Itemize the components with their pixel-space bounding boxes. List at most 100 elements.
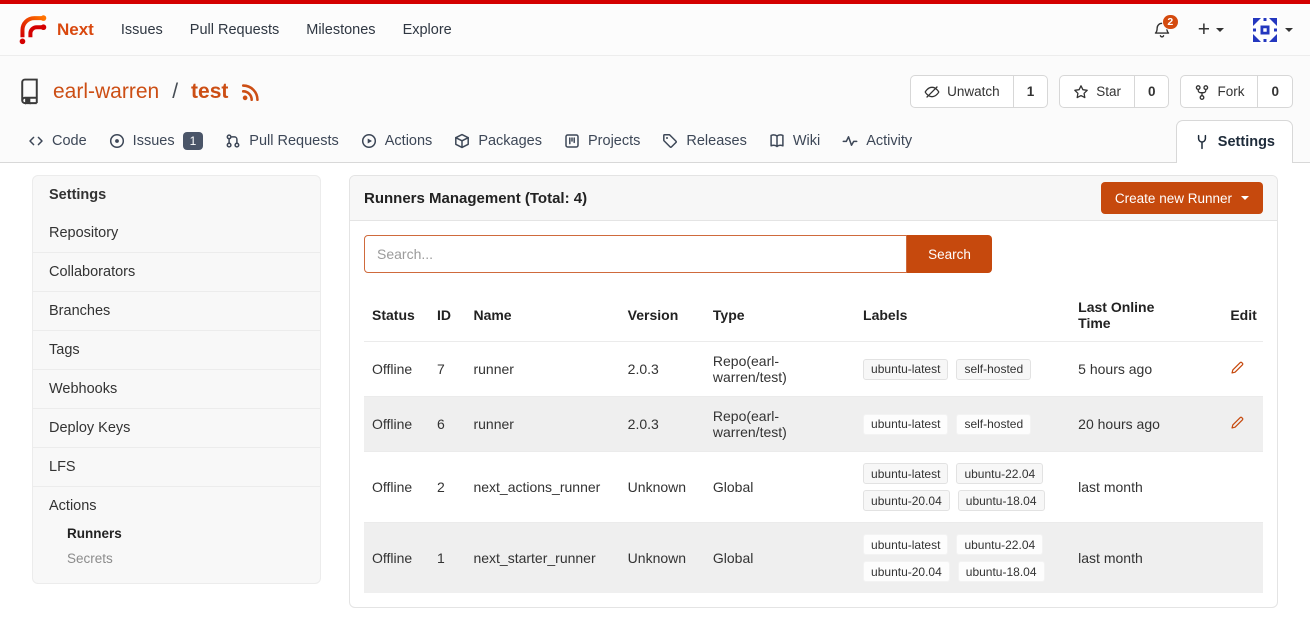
unwatch-button[interactable]: Unwatch <box>911 76 1013 107</box>
tab-packages[interactable]: Packages <box>443 120 553 162</box>
tab-wiki[interactable]: Wiki <box>758 120 831 162</box>
sidebar-item-lfs[interactable]: LFS <box>33 447 320 486</box>
issues-count-badge: 1 <box>183 132 204 150</box>
runner-version: Unknown <box>620 523 705 594</box>
notifications-button[interactable]: 2 <box>1153 21 1171 39</box>
runner-version: Unknown <box>620 452 705 523</box>
tab-label: Activity <box>866 133 912 149</box>
pr-icon <box>225 133 241 149</box>
tab-projects[interactable]: Projects <box>553 120 651 162</box>
eye-slash-icon <box>924 84 940 100</box>
nav-link-milestones[interactable]: Milestones <box>306 22 375 38</box>
runner-status: Offline <box>364 452 429 523</box>
tab-actions[interactable]: Actions <box>350 120 444 162</box>
runner-last-online: 5 hours ago <box>1070 342 1222 397</box>
chevron-down-icon <box>1216 28 1224 32</box>
settings-sidebar: Settings RepositoryCollaboratorsBranches… <box>32 175 321 584</box>
sidebar-item-deploy-keys[interactable]: Deploy Keys <box>33 408 320 447</box>
issue-icon <box>109 133 125 149</box>
tab-settings[interactable]: Settings <box>1176 120 1293 163</box>
column-header-version: Version <box>620 289 705 342</box>
runner-label-badge: ubuntu-latest <box>863 414 948 435</box>
runner-id: 7 <box>429 342 466 397</box>
star-count[interactable]: 0 <box>1134 76 1169 107</box>
tab-pull-requests[interactable]: Pull Requests <box>214 120 349 162</box>
runner-type: Global <box>705 523 855 594</box>
sidebar-item-webhooks[interactable]: Webhooks <box>33 369 320 408</box>
repo-header-section: earl-warren / test Unwatch1Star0Fork0 Co… <box>0 56 1310 163</box>
sidebar-item-runners[interactable]: Runners <box>33 521 320 546</box>
runners-panel: Runners Management (Total: 4) Create new… <box>349 175 1278 608</box>
repo-title: earl-warren / test <box>17 78 261 105</box>
edit-pencil-icon[interactable] <box>1230 360 1245 375</box>
unwatch-count[interactable]: 1 <box>1013 76 1048 107</box>
runner-label-badge: ubuntu-22.04 <box>956 534 1043 555</box>
rss-icon[interactable] <box>241 82 261 102</box>
user-menu-button[interactable] <box>1251 16 1293 44</box>
sidebar-item-actions[interactable]: Actions <box>33 498 320 521</box>
sidebar-item-secrets[interactable]: Secrets <box>33 546 320 571</box>
tab-label: Pull Requests <box>249 133 338 149</box>
fork-label: Fork <box>1217 84 1244 99</box>
runner-status: Offline <box>364 342 429 397</box>
runners-table: StatusIDNameVersionTypeLabelsLast Online… <box>364 289 1263 593</box>
sidebar-item-branches[interactable]: Branches <box>33 291 320 330</box>
sidebar-items: RepositoryCollaboratorsBranchesTagsWebho… <box>33 214 320 486</box>
tab-issues[interactable]: Issues1 <box>98 120 215 162</box>
create-menu-button[interactable]: + <box>1198 19 1224 40</box>
repo-name-link[interactable]: test <box>191 80 228 104</box>
home-link[interactable]: Next <box>17 13 94 46</box>
star-button[interactable]: Star <box>1060 76 1134 107</box>
tab-label: Releases <box>686 133 746 149</box>
tab-settings-label: Settings <box>1218 134 1275 150</box>
book-icon <box>769 133 785 149</box>
nav-link-issues[interactable]: Issues <box>121 22 163 38</box>
runner-label-badge: ubuntu-latest <box>863 534 948 555</box>
chevron-down-icon <box>1241 196 1249 200</box>
repo-action-buttons: Unwatch1Star0Fork0 <box>910 75 1293 108</box>
runner-name: next_starter_runner <box>465 523 619 594</box>
search-input[interactable] <box>364 235 907 273</box>
runner-edit-cell <box>1222 452 1263 523</box>
runner-row-7: Offline7runner2.0.3Repo(earl-warren/test… <box>364 342 1263 397</box>
tag-icon <box>662 133 678 149</box>
tab-activity[interactable]: Activity <box>831 120 923 162</box>
avatar <box>1251 16 1279 44</box>
create-new-runner-button[interactable]: Create new Runner <box>1101 182 1263 214</box>
nav-links: Issues Pull Requests Milestones Explore <box>121 22 452 38</box>
runner-labels: ubuntu-latestubuntu-22.04ubuntu-20.04ubu… <box>855 452 1070 523</box>
fork-count[interactable]: 0 <box>1257 76 1292 107</box>
runner-labels: ubuntu-latest self-hosted <box>855 397 1070 452</box>
runner-label-badge: self-hosted <box>956 414 1031 435</box>
runner-type: Repo(earl-warren/test) <box>705 397 855 452</box>
sidebar-item-tags[interactable]: Tags <box>33 330 320 369</box>
sidebar-item-collaborators[interactable]: Collaborators <box>33 252 320 291</box>
runner-label-badge: ubuntu-18.04 <box>958 490 1045 511</box>
tab-label: Actions <box>385 133 433 149</box>
table-header-row: StatusIDNameVersionTypeLabelsLast Online… <box>364 289 1263 342</box>
runner-row-1: Offline1next_starter_runnerUnknownGlobal… <box>364 523 1263 594</box>
runner-status: Offline <box>364 523 429 594</box>
repo-separator: / <box>172 80 178 104</box>
code-icon <box>28 133 44 149</box>
sidebar-item-repository[interactable]: Repository <box>33 214 320 252</box>
column-header-last-online-time: Last Online Time <box>1070 289 1222 342</box>
create-new-runner-label: Create new Runner <box>1115 191 1232 206</box>
repo-owner-link[interactable]: earl-warren <box>53 80 159 104</box>
sidebar-group-actions: Actions RunnersSecrets <box>33 486 320 583</box>
column-header-id: ID <box>429 289 466 342</box>
nav-link-pull-requests[interactable]: Pull Requests <box>190 22 279 38</box>
fork-button[interactable]: Fork <box>1181 76 1257 107</box>
edit-pencil-icon[interactable] <box>1230 415 1245 430</box>
nav-link-explore[interactable]: Explore <box>403 22 452 38</box>
repo-book-icon <box>17 78 42 105</box>
tab-label: Code <box>52 133 87 149</box>
tab-releases[interactable]: Releases <box>651 120 757 162</box>
pkg-icon <box>454 133 470 149</box>
runner-name: runner <box>465 397 619 452</box>
runner-edit-cell <box>1222 523 1263 594</box>
project-icon <box>564 133 580 149</box>
runner-label-badge: ubuntu-latest <box>863 463 948 484</box>
tab-code[interactable]: Code <box>17 120 98 162</box>
search-button[interactable]: Search <box>907 235 992 273</box>
